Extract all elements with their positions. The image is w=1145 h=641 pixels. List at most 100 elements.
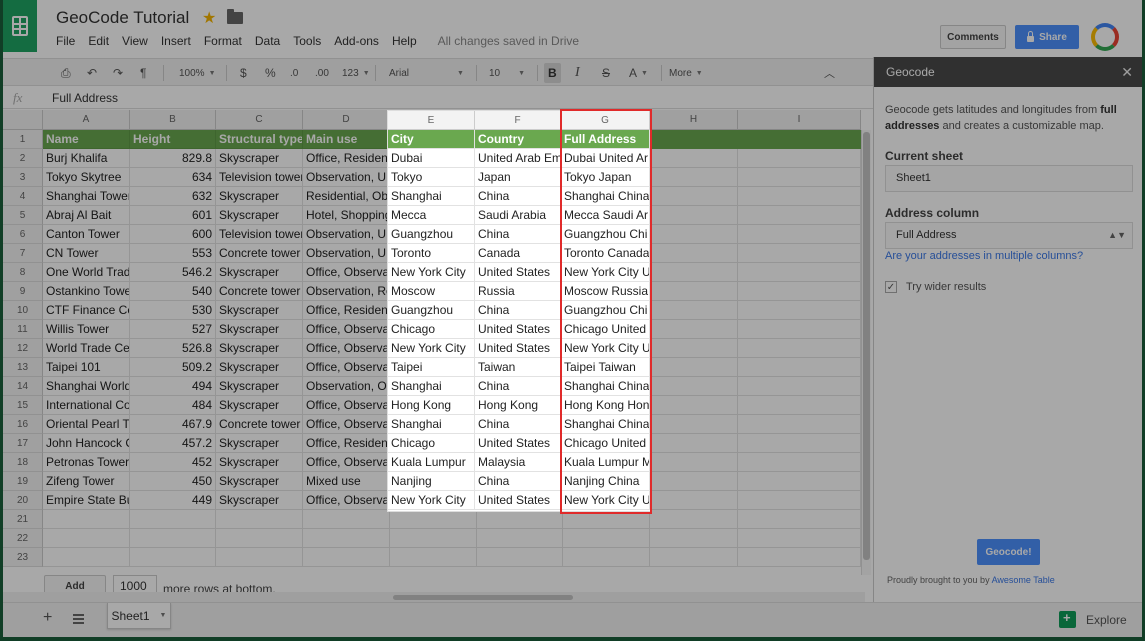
table-cell[interactable]: Office, Resident	[303, 301, 390, 320]
table-cell[interactable]: Skyscraper	[216, 320, 303, 339]
table-cell[interactable]: Observation, UH	[303, 225, 390, 244]
table-cell[interactable]	[738, 491, 861, 510]
table-cell[interactable]: Skyscraper	[216, 339, 303, 358]
table-cell[interactable]: 452	[130, 453, 216, 472]
row-header-3[interactable]: 3	[3, 168, 43, 187]
header-cell[interactable]: Full Address	[561, 130, 650, 149]
table-cell[interactable]: 546.2	[130, 263, 216, 282]
header-cell[interactable]	[738, 130, 861, 149]
table-cell[interactable]: 527	[130, 320, 216, 339]
table-cell[interactable]: 450	[130, 472, 216, 491]
all-sheets-icon[interactable]	[73, 614, 84, 624]
table-cell[interactable]: Petronas Tower	[43, 453, 130, 472]
table-cell[interactable]: Hong Kong	[475, 396, 561, 415]
table-cell[interactable]	[303, 548, 390, 567]
table-cell[interactable]: Moscow	[388, 282, 475, 301]
redo-icon[interactable]: ↷	[113, 63, 123, 83]
table-cell[interactable]: Toronto	[388, 244, 475, 263]
table-cell[interactable]: 449	[130, 491, 216, 510]
table-cell[interactable]: Observation, UH	[303, 168, 390, 187]
table-cell[interactable]: Empire State Bu	[43, 491, 130, 510]
table-cell[interactable]	[650, 415, 738, 434]
table-cell[interactable]: Russia	[475, 282, 561, 301]
formula-input[interactable]: Full Address	[52, 91, 118, 105]
table-cell[interactable]	[650, 453, 738, 472]
table-cell[interactable]	[738, 396, 861, 415]
table-cell[interactable]: Shanghai Tower	[43, 187, 130, 206]
row-header-20[interactable]: 20	[3, 491, 43, 510]
table-cell[interactable]: Chicago	[388, 434, 475, 453]
row-header-5[interactable]: 5	[3, 206, 43, 225]
table-cell[interactable]	[43, 510, 130, 529]
table-cell[interactable]	[477, 529, 563, 548]
table-cell[interactable]	[738, 339, 861, 358]
table-cell[interactable]: 526.8	[130, 339, 216, 358]
table-cell[interactable]: Shanghai China	[561, 415, 650, 434]
table-cell[interactable]: Hong Kong Hon	[561, 396, 650, 415]
table-cell[interactable]: Guangzhou Chi	[561, 301, 650, 320]
explore-button[interactable]: Explore	[1059, 610, 1127, 628]
table-cell[interactable]	[650, 206, 738, 225]
table-cell[interactable]	[650, 377, 738, 396]
italic-button[interactable]: I	[575, 63, 580, 83]
table-cell[interactable]: Chicago United	[561, 320, 650, 339]
zoom-select[interactable]: 100% ▼	[179, 63, 216, 83]
table-cell[interactable]: Office, Observat	[303, 415, 390, 434]
table-cell[interactable]: New York City U	[561, 491, 650, 510]
table-cell[interactable]: International Co	[43, 396, 130, 415]
table-cell[interactable]	[303, 529, 390, 548]
table-cell[interactable]	[650, 244, 738, 263]
table-cell[interactable]: Skyscraper	[216, 206, 303, 225]
table-cell[interactable]	[130, 510, 216, 529]
table-cell[interactable]: 530	[130, 301, 216, 320]
table-cell[interactable]: Observation, Of	[303, 377, 390, 396]
table-cell[interactable]: Abraj Al Bait	[43, 206, 130, 225]
table-cell[interactable]	[563, 548, 650, 567]
table-cell[interactable]	[650, 472, 738, 491]
table-cell[interactable]: Burj Khalifa	[43, 149, 130, 168]
vertical-scroll-thumb[interactable]	[863, 132, 870, 560]
table-cell[interactable]	[738, 434, 861, 453]
increase-decimals-button[interactable]: .00	[315, 63, 329, 83]
table-cell[interactable]: CN Tower	[43, 244, 130, 263]
table-cell[interactable]: Kuala Lumpur M	[561, 453, 650, 472]
table-cell[interactable]: 600	[130, 225, 216, 244]
table-cell[interactable]: Guangzhou	[388, 225, 475, 244]
table-cell[interactable]	[650, 510, 738, 529]
row-header-11[interactable]: 11	[3, 320, 43, 339]
table-cell[interactable]: Shanghai World	[43, 377, 130, 396]
table-cell[interactable]: Shanghai China	[561, 187, 650, 206]
table-cell[interactable]	[650, 301, 738, 320]
menu-edit[interactable]: Edit	[88, 34, 109, 48]
table-cell[interactable]: 467.9	[130, 415, 216, 434]
row-header-22[interactable]: 22	[3, 529, 43, 548]
row-header-17[interactable]: 17	[3, 434, 43, 453]
row-header-1[interactable]: 1	[3, 130, 43, 149]
row-header-12[interactable]: 12	[3, 339, 43, 358]
table-cell[interactable]: Nanjing	[388, 472, 475, 491]
menu-help[interactable]: Help	[392, 34, 417, 48]
table-cell[interactable]: Skyscraper	[216, 396, 303, 415]
table-cell[interactable]: Chicago	[388, 320, 475, 339]
table-cell[interactable]	[738, 187, 861, 206]
table-cell[interactable]: Canada	[475, 244, 561, 263]
table-cell[interactable]: New York City	[388, 263, 475, 282]
table-cell[interactable]: Residential, Obs	[303, 187, 390, 206]
menu-data[interactable]: Data	[255, 34, 280, 48]
share-button[interactable]: Share	[1015, 25, 1079, 49]
table-cell[interactable]: Ostankino Towe	[43, 282, 130, 301]
table-cell[interactable]	[738, 168, 861, 187]
table-cell[interactable]: 509.2	[130, 358, 216, 377]
table-cell[interactable]: Office, Observat	[303, 339, 390, 358]
table-cell[interactable]: John Hancock C	[43, 434, 130, 453]
table-cell[interactable]: CTF Finance Ce	[43, 301, 130, 320]
table-cell[interactable]: Skyscraper	[216, 358, 303, 377]
table-cell[interactable]: Saudi Arabia	[475, 206, 561, 225]
table-cell[interactable]	[738, 472, 861, 491]
table-cell[interactable]	[650, 263, 738, 282]
table-cell[interactable]: United States	[475, 339, 561, 358]
table-cell[interactable]	[477, 510, 563, 529]
table-cell[interactable]: Tokyo Skytree	[43, 168, 130, 187]
table-cell[interactable]	[738, 149, 861, 168]
table-cell[interactable]: Skyscraper	[216, 187, 303, 206]
